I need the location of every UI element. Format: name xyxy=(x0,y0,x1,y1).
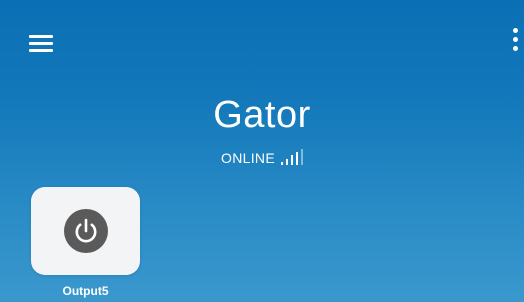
hamburger-menu-icon[interactable] xyxy=(26,30,56,56)
signal-strength-icon xyxy=(280,149,304,167)
more-dot xyxy=(513,28,518,33)
menu-line xyxy=(29,49,53,52)
more-dot xyxy=(513,37,518,42)
power-icon xyxy=(75,218,97,243)
app-bar xyxy=(0,0,524,80)
output-card[interactable] xyxy=(31,187,140,275)
menu-line xyxy=(29,42,53,45)
device-status-row: ONLINE xyxy=(0,148,524,168)
signal-bar xyxy=(285,159,289,165)
signal-bar xyxy=(280,162,284,165)
device-name: Gator xyxy=(213,94,311,136)
output-label: Output5 xyxy=(62,284,109,298)
signal-bar xyxy=(295,152,299,165)
menu-line xyxy=(29,35,53,38)
more-vertical-icon[interactable] xyxy=(502,28,524,58)
signal-bar xyxy=(300,149,304,165)
signal-bar xyxy=(290,155,294,165)
power-button[interactable] xyxy=(64,209,108,253)
device-status: ONLINE xyxy=(221,150,275,166)
more-dot xyxy=(513,46,518,51)
